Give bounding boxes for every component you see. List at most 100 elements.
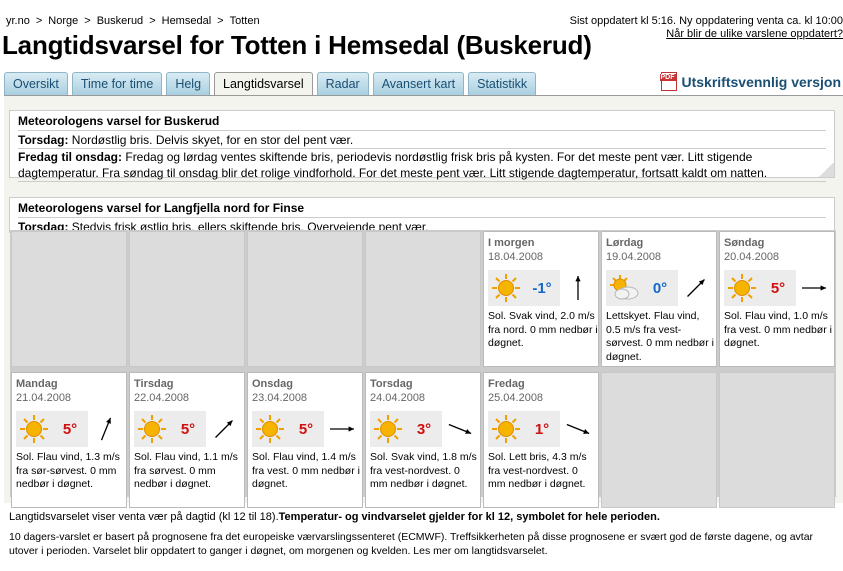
- sun-icon: [488, 270, 524, 306]
- day-description: Sol. Svak vind, 2.0 m/s fra nord. 0 mm n…: [488, 310, 598, 349]
- tab-helg[interactable]: Helg: [166, 72, 211, 95]
- wind-arrow-icon: [560, 270, 596, 306]
- day-forecast-cell: Tirsdag 22.04.2008 5° Sol. Flau vind, 1.1 m…: [129, 372, 245, 508]
- day-date: 25.04.2008: [488, 392, 544, 404]
- day-description: Lettskyet. Flau vind, 0.5 m/s fra vest-s…: [606, 310, 714, 363]
- day-forecast-cell: Torsdag 24.04.2008 3° Sol. Svak vind, 1.8 m…: [365, 372, 481, 508]
- footer-info: 10 dagers-varslet er basert på prognosen…: [9, 531, 814, 557]
- day-date: 23.04.2008: [252, 392, 308, 404]
- update-schedule-link[interactable]: Når blir de ulike varslene oppdatert?: [666, 28, 843, 40]
- temperature: 5°: [62, 420, 78, 438]
- sun-icon: [492, 274, 520, 302]
- day-forecast-cell: I morgen 18.04.2008 -1° Sol. Svak vind, 2.0…: [483, 231, 599, 367]
- update-info: Sist oppdatert kl 5:16. Ny oppdatering v…: [569, 15, 843, 27]
- sun-icon: [728, 274, 756, 302]
- print-version-link[interactable]: Utskriftsvennlig versjon: [659, 72, 842, 91]
- sun-icon: [488, 411, 524, 447]
- pdf-icon: [659, 72, 677, 91]
- page-curl-icon: [818, 163, 834, 177]
- footer-note: Langtidsvarselet viser venta vær på dagt…: [9, 511, 660, 523]
- day-description: Sol. Flau vind, 1.4 m/s fra vest. 0 mm n…: [252, 451, 360, 490]
- forecast-note-langfjella: Meteorologens varsel for Langfjella nord…: [9, 197, 835, 234]
- breadcrumb: yr.no > Norge > Buskerud > Hemsedal > Totten: [6, 15, 260, 27]
- day-description: Sol. Flau vind, 1.1 m/s fra sørvest. 0 m…: [134, 451, 238, 490]
- day-name: Onsdag: [252, 378, 293, 390]
- sun-icon: [252, 411, 288, 447]
- sun-icon: [138, 415, 166, 443]
- footer-note-bold: Temperatur- og vindvarselet gjelder for …: [278, 511, 660, 523]
- forecast-period: Fredag til onsdag:: [18, 150, 123, 164]
- day-date: 22.04.2008: [134, 392, 190, 404]
- temperature: 5°: [298, 420, 314, 438]
- day-forecast-cell: Lørdag 19.04.2008 0° Lettskyet. Flau vind, …: [601, 231, 717, 367]
- sun-icon: [134, 411, 170, 447]
- day-name: Torsdag: [370, 378, 413, 390]
- weather-summary: 0°: [606, 270, 714, 306]
- wind-arrow-icon: [88, 411, 124, 447]
- day-name: I morgen: [488, 237, 535, 249]
- forecast-note-title: Meteorologens varsel for Buskerud: [18, 113, 826, 131]
- temperature: 0°: [652, 279, 668, 297]
- forecast-note-row: Fredag til onsdag: Fredag og lørdag vent…: [18, 149, 826, 182]
- sun-icon: [20, 415, 48, 443]
- wind-arrow-icon: [678, 270, 714, 306]
- day-forecast-cell: Søndag 20.04.2008 5° Sol. Flau vind, 1.0 m/…: [719, 231, 835, 367]
- breadcrumb-item[interactable]: Buskerud: [97, 15, 143, 27]
- day-name: Fredag: [488, 378, 525, 390]
- partly-cloudy-icon: [606, 270, 642, 306]
- breadcrumb-separator: >: [217, 15, 224, 27]
- forecast-text: Nordøstlig bris. Delvis skyet, for en st…: [71, 133, 354, 147]
- breadcrumb-item[interactable]: yr.no: [6, 15, 30, 27]
- day-date: 19.04.2008: [606, 251, 662, 263]
- day-name: Lørdag: [606, 237, 644, 249]
- day-forecast-cell: Mandag 21.04.2008 5° Sol. Flau vind, 1.3 m/…: [11, 372, 127, 508]
- temperature: -1°: [532, 279, 552, 297]
- sun-icon: [724, 270, 760, 306]
- sun-icon: [492, 415, 520, 443]
- weather-summary: 3°: [370, 411, 478, 447]
- sun-icon: [370, 411, 406, 447]
- day-description: Sol. Flau vind, 1.0 m/s fra vest. 0 mm n…: [724, 310, 832, 349]
- day-forecast-cell: Onsdag 23.04.2008 5° Sol. Flau vind, 1.4 m/…: [247, 372, 363, 508]
- day-forecast-grid: I morgen 18.04.2008 -1° Sol. Svak vind, 2.0…: [10, 230, 836, 508]
- forecast-note-buskerud: Meteorologens varsel for Buskerud Torsda…: [9, 110, 835, 182]
- day-name: Mandag: [16, 378, 58, 390]
- temperature: 3°: [416, 420, 432, 438]
- sun-icon: [16, 411, 52, 447]
- day-name: Tirsdag: [134, 378, 174, 390]
- forecast-period: Torsdag:: [18, 133, 69, 147]
- wind-arrow-icon: [206, 411, 242, 447]
- day-date: 18.04.2008: [488, 251, 544, 263]
- wind-arrow-icon: [324, 411, 360, 447]
- breadcrumb-item[interactable]: Hemsedal: [162, 15, 212, 27]
- tab-time-for-time[interactable]: Time for time: [71, 72, 163, 95]
- day-description: Sol. Flau vind, 1.3 m/s fra sør-sørvest.…: [16, 451, 120, 490]
- weather-summary: 5°: [724, 270, 832, 306]
- tab-oversikt[interactable]: Oversikt: [4, 72, 68, 95]
- weather-summary: 5°: [134, 411, 242, 447]
- empty-day-cell: [365, 231, 481, 367]
- empty-day-cell: [719, 372, 835, 508]
- weather-summary: -1°: [488, 270, 596, 306]
- tab-avansert-kart[interactable]: Avansert kart: [372, 72, 465, 95]
- day-date: 24.04.2008: [370, 392, 426, 404]
- day-date: 21.04.2008: [16, 392, 72, 404]
- forecast-note-title: Meteorologens varsel for Langfjella nord…: [18, 200, 826, 218]
- print-version-label: Utskriftsvennlig versjon: [681, 73, 842, 90]
- day-date: 20.04.2008: [724, 251, 780, 263]
- breadcrumb-current: Totten: [229, 15, 260, 27]
- weather-summary: 5°: [16, 411, 124, 447]
- sun-icon: [256, 415, 284, 443]
- breadcrumb-item[interactable]: Norge: [48, 15, 78, 27]
- wind-arrow-icon: [560, 411, 596, 447]
- tab-langtidsvarsel[interactable]: Langtidsvarsel: [214, 72, 313, 96]
- tab-radar[interactable]: Radar: [316, 72, 369, 95]
- forecast-text: Fredag og lørdag ventes skiftende bris, …: [18, 150, 768, 180]
- day-description: Sol. Lett bris, 4.3 m/s fra vest-nordves…: [488, 451, 587, 490]
- forecast-note-row: Torsdag: Nordøstlig bris. Delvis skyet, …: [18, 132, 826, 149]
- tab-statistikk[interactable]: Statistikk: [468, 72, 537, 95]
- empty-day-cell: [129, 231, 245, 367]
- breadcrumb-separator: >: [149, 15, 156, 27]
- temperature: 5°: [770, 279, 786, 297]
- breadcrumb-separator: >: [35, 15, 43, 27]
